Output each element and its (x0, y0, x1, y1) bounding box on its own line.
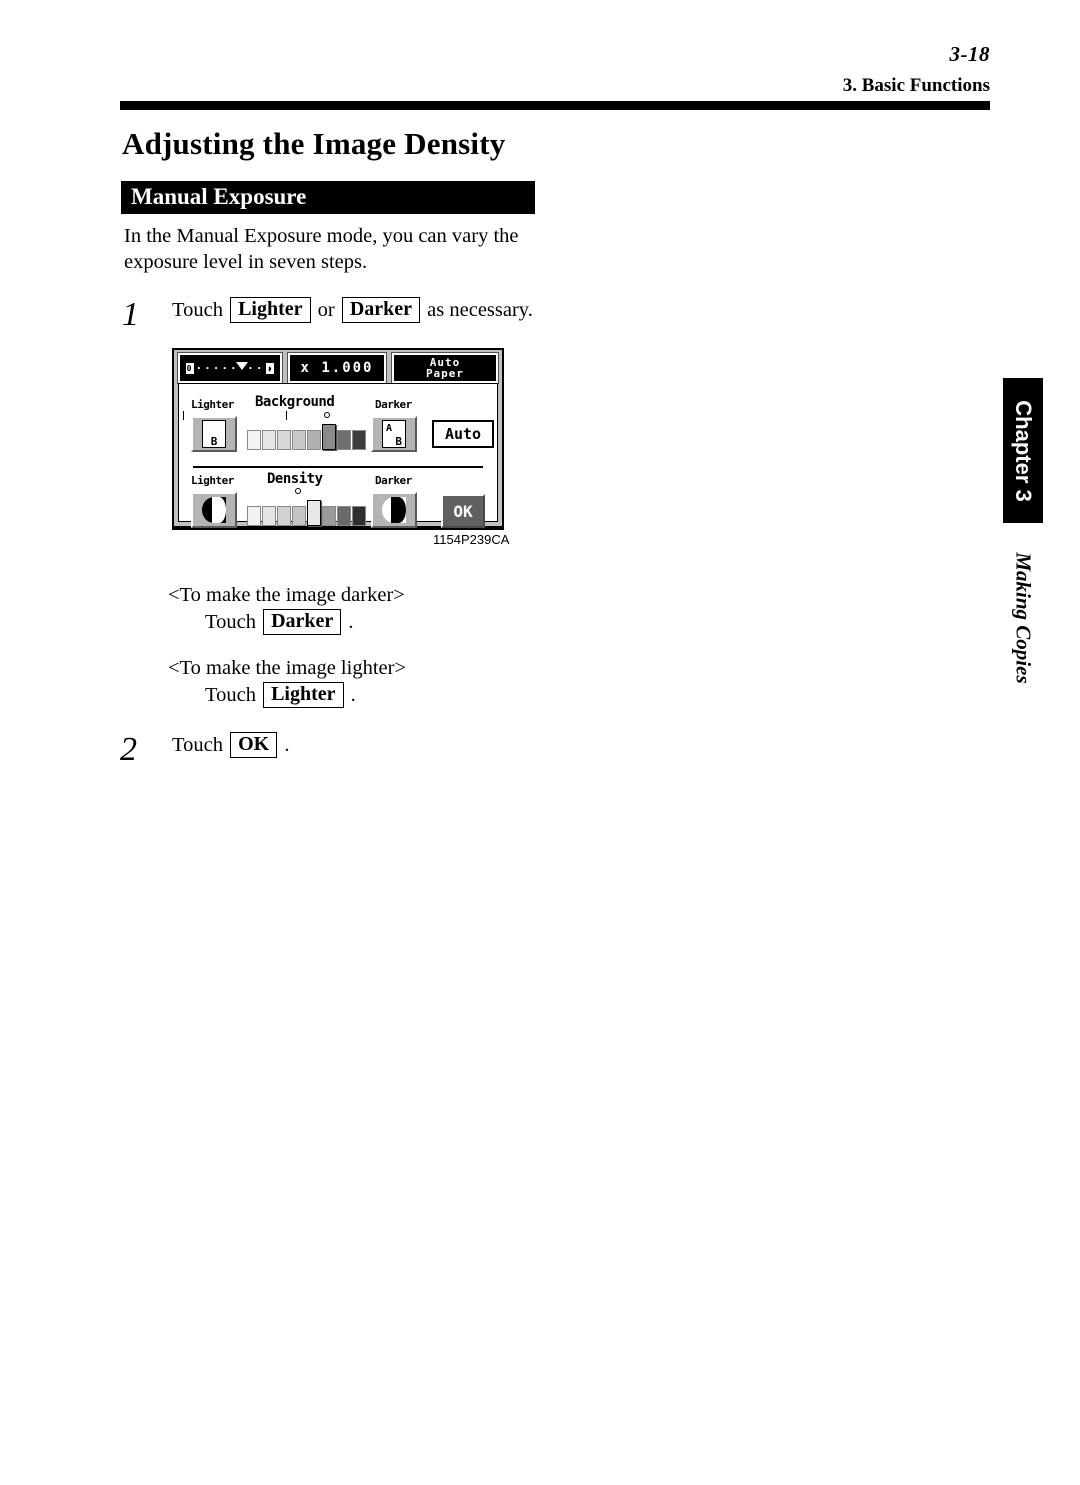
page-ab-icon: A B (382, 420, 406, 448)
note-lighter-action: Touch Lighter . (205, 682, 356, 708)
key-lighter-note: Lighter (263, 682, 344, 708)
header-chapter-title: 3. Basic Functions (842, 75, 990, 96)
note-darker-heading: <To make the image darker> (168, 584, 405, 606)
header-divider (120, 101, 990, 110)
step-2-text-after: . (284, 734, 290, 756)
page-ab-icon-a: A (386, 423, 393, 434)
background-darker-label: Darker (375, 398, 412, 411)
half-circle-right-icon (382, 497, 406, 523)
figure-caption: 1154P239CA (433, 532, 510, 547)
density-step-5[interactable] (307, 500, 321, 526)
density-step-3[interactable] (277, 506, 291, 526)
section-header-bar: Manual Exposure (121, 181, 535, 214)
density-darker-button[interactable] (371, 492, 417, 528)
density-step-6[interactable] (322, 506, 336, 526)
triangle-down-icon (236, 361, 248, 370)
page-b-icon-label: B (210, 435, 218, 448)
background-step-3[interactable] (277, 430, 291, 450)
step-1-text: Touch Lighter or Darker as necessary. (172, 297, 533, 323)
density-step-8[interactable] (352, 506, 366, 526)
density-step-7[interactable] (337, 506, 351, 526)
note-darker-prefix: Touch (205, 611, 256, 633)
chapter-section-name: Making Copies (1003, 545, 1043, 690)
note-lighter-heading: <To make the image lighter> (168, 657, 407, 679)
auto-exposure-button[interactable]: Auto (432, 420, 494, 448)
background-lighter-button[interactable]: B (191, 416, 237, 452)
background-title: Background (255, 394, 335, 410)
note-lighter-prefix: Touch (205, 684, 256, 706)
page-ab-icon-b: B (395, 435, 402, 448)
background-darker-button[interactable]: A B (371, 416, 417, 452)
lcd-panel-figure: 0 ········ ◗ x 1.000 Auto Paper Lighter … (172, 348, 504, 528)
paper-size-indicator[interactable]: 0 ········ ◗ (177, 352, 283, 384)
chapter-tab-label: Chapter 3 (1011, 399, 1036, 502)
page-title: Adjusting the Image Density (122, 126, 506, 161)
step-1-text-after: as necessary. (427, 299, 533, 321)
key-darker-note: Darker (263, 609, 342, 635)
page-b-icon: B (202, 420, 226, 448)
ok-button-label: OK (443, 496, 483, 526)
paper-tray-left-icon: 0 (185, 362, 194, 374)
section-header-label: Manual Exposure (131, 184, 307, 209)
step-2-text: Touch OK . (172, 732, 289, 758)
step-2-number: 2 (120, 731, 137, 768)
auto-paper-display[interactable]: Auto Paper (391, 352, 499, 384)
key-darker: Darker (341, 297, 421, 323)
background-step-4[interactable] (292, 430, 306, 450)
chapter-section-name-label: Making Copies (1011, 551, 1036, 684)
lcd-panel-body: 0 ········ ◗ x 1.000 Auto Paper Lighter … (172, 348, 504, 528)
density-lighter-button[interactable] (191, 492, 237, 528)
lcd-screen-face: Lighter Background Darker B A B Auto Lig… (178, 383, 498, 528)
density-lighter-label: Lighter (191, 474, 234, 487)
lcd-top-bar: 0 ········ ◗ x 1.000 Auto Paper (177, 352, 499, 384)
row-divider (193, 466, 483, 468)
key-ok: OK (230, 732, 278, 758)
chapter-tab: Chapter 3 (1003, 378, 1043, 523)
background-scale[interactable] (247, 424, 366, 450)
auto-paper-line2: Paper (425, 367, 465, 380)
paper-indicator-graphic: 0 ········ ◗ (180, 361, 280, 375)
figure-divider (172, 528, 504, 530)
density-step-2[interactable] (262, 506, 276, 526)
step-1-text-before: Touch (172, 299, 223, 321)
section-intro-text: In the Manual Exposure mode, you can var… (124, 225, 519, 273)
background-step-8[interactable] (352, 430, 366, 450)
note-lighter-suffix: . (350, 684, 356, 706)
step-1-number: 1 (122, 296, 139, 333)
page-number: 3-18 (949, 42, 990, 66)
density-title: Density (267, 471, 323, 487)
paper-indicator-dots: ········ (195, 361, 265, 375)
density-step-1[interactable] (247, 506, 261, 526)
density-step-4[interactable] (292, 506, 306, 526)
background-step-5[interactable] (307, 430, 321, 450)
step-1-text-middle: or (317, 299, 335, 321)
step-2-text-before: Touch (172, 734, 223, 756)
background-step-1[interactable] (247, 430, 261, 450)
background-position-marker (324, 412, 330, 418)
density-position-marker (295, 488, 301, 494)
ok-button[interactable]: OK (441, 494, 485, 528)
key-lighter: Lighter (230, 297, 311, 323)
background-step-6[interactable] (322, 424, 336, 450)
background-lighter-label: Lighter (191, 398, 234, 411)
note-darker-suffix: . (348, 611, 354, 633)
note-darker-action: Touch Darker . (205, 609, 354, 635)
half-circle-left-icon (202, 497, 226, 523)
density-scale[interactable] (247, 500, 366, 526)
zoom-ratio-display[interactable]: x 1.000 (287, 352, 387, 384)
paper-tray-right-icon: ◗ (266, 362, 275, 374)
background-step-2[interactable] (262, 430, 276, 450)
density-darker-label: Darker (375, 474, 412, 487)
background-step-7[interactable] (337, 430, 351, 450)
